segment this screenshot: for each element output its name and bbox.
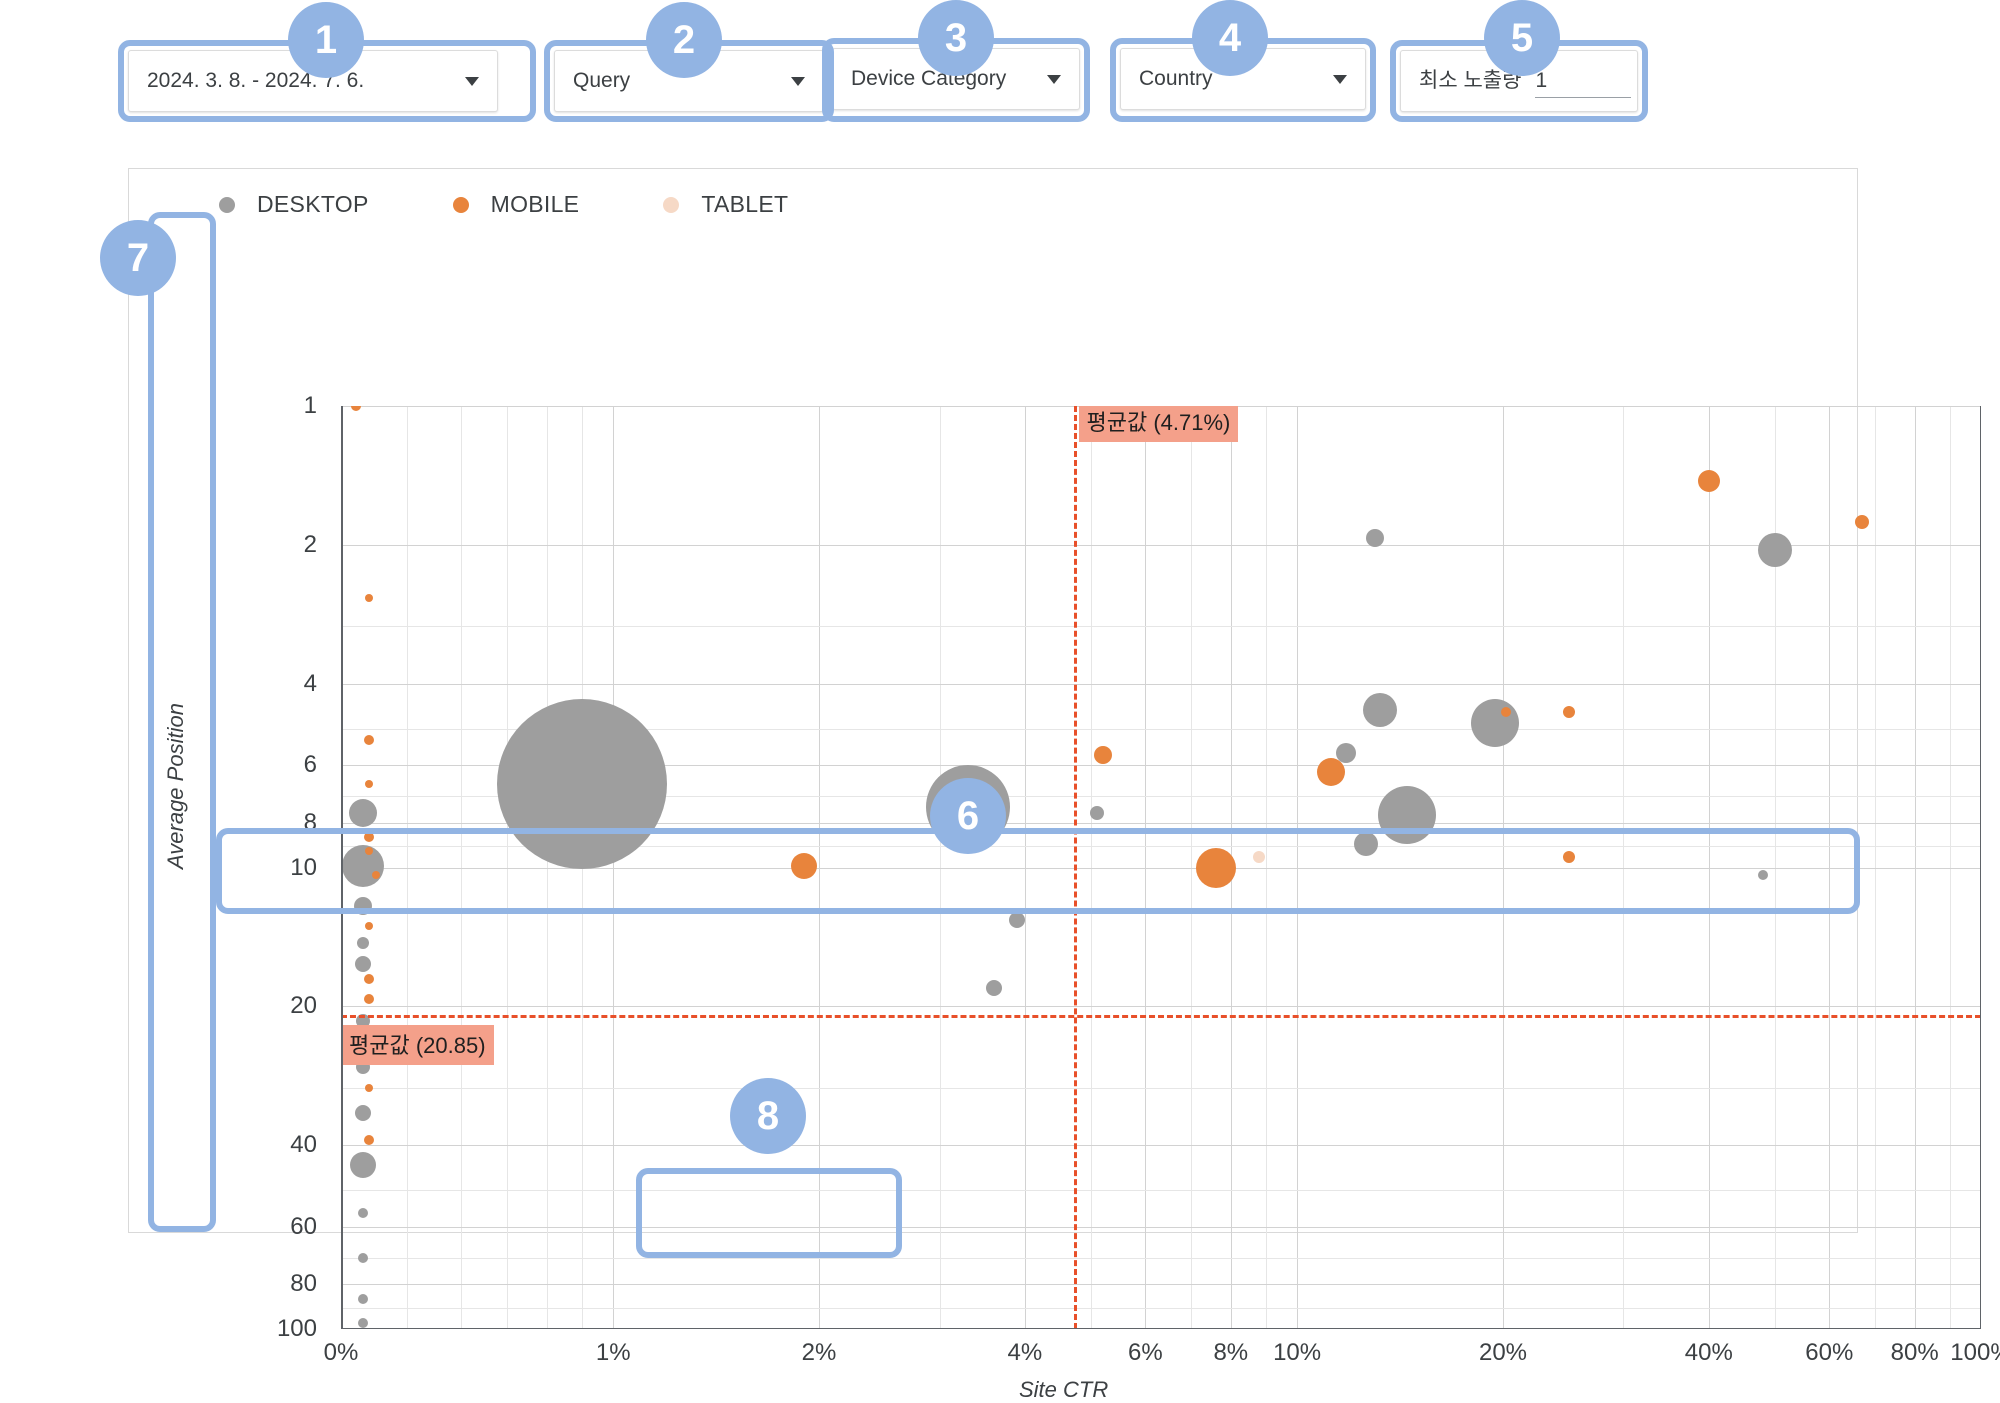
x-axis-tick-label: 20% <box>1478 1339 1528 1366</box>
plot-right-border <box>1979 406 1981 1329</box>
plot-area[interactable]: 평균값 (4.71%) 평균값 (20.85) <box>341 406 1981 1329</box>
x-axis-tick-label: 40% <box>1684 1339 1733 1366</box>
x-axis-tick-label: 80% <box>1890 1339 1939 1366</box>
y-axis-tick-label: 100 <box>276 1315 317 1342</box>
legend-label-desktop: DESKTOP <box>257 191 369 217</box>
x-axis-tick-label: 2% <box>801 1339 837 1366</box>
average-position-reference-line <box>341 1014 1981 1018</box>
y-axis-tick-label: 80 <box>290 1270 317 1298</box>
x-axis-tick-label: 6% <box>1128 1339 1163 1366</box>
x-axis-tick-label: 1% <box>595 1339 631 1366</box>
y-axis-tick-label: 1 <box>303 392 317 419</box>
legend-label-mobile: MOBILE <box>490 191 580 217</box>
annotation-badge-5: 5 <box>1484 0 1560 76</box>
annotation-badge-3: 3 <box>918 0 994 76</box>
y-axis-tick-label: 6 <box>303 751 317 779</box>
legend-item-desktop[interactable]: DESKTOP <box>219 191 369 218</box>
y-axis-tick-labels: 1 2 4 6 8 10 20 40 60 80 100 <box>129 392 325 1342</box>
legend-item-tablet[interactable]: TABLET <box>663 191 788 218</box>
y-axis-tick-label: 40 <box>290 1131 317 1159</box>
y-axis-tick-label: 8 <box>303 808 317 836</box>
x-axis-tick-label: 4% <box>1007 1339 1043 1366</box>
mobile-color-swatch-icon <box>452 196 469 213</box>
x-axis-tick-label: 10% <box>1273 1339 1322 1366</box>
x-axis-tick-label: 0% <box>323 1339 359 1366</box>
query-label: Query <box>573 69 631 92</box>
annotation-badge-8: 8 <box>730 1078 806 1154</box>
annotation-badge-7: 7 <box>100 220 176 296</box>
x-axis-title: Site CTR <box>1019 1377 1109 1402</box>
chart-legend: DESKTOP MOBILE TABLET <box>219 191 872 218</box>
x-axis-tick-label: 60% <box>1805 1339 1854 1366</box>
y-axis-tick-label: 60 <box>290 1212 317 1240</box>
x-axis-line <box>341 1327 1981 1329</box>
x-axis-tick-labels: 0% 1% 2% 4% 6% 8% 10% 20% 40% 60% 80% 100% <box>324 1339 2000 1375</box>
average-ctr-reference-line <box>1073 406 1077 1329</box>
annotation-badge-2: 2 <box>646 2 722 78</box>
min-impressions-input[interactable] <box>1535 69 1632 98</box>
legend-label-tablet: TABLET <box>701 191 789 217</box>
chevron-down-icon[interactable] <box>791 76 805 86</box>
legend-item-mobile[interactable]: MOBILE <box>452 191 580 218</box>
tablet-color-swatch-icon <box>663 196 680 213</box>
chevron-down-icon[interactable] <box>465 76 479 86</box>
average-position-reference-label: 평균값 (20.85) <box>341 1024 494 1065</box>
annotation-badge-4: 4 <box>1192 0 1268 76</box>
annotation-badge-6: 6 <box>930 778 1006 854</box>
x-axis-tick-label: 8% <box>1213 1339 1249 1366</box>
annotation-badge-1: 1 <box>288 2 364 78</box>
scatter-chart-card: DESKTOP MOBILE TABLET Average Position 1… <box>128 168 2000 1402</box>
y-axis-tick-label: 10 <box>290 853 317 881</box>
x-axis-tick-label: 100% <box>1950 1339 2000 1366</box>
y-axis-tick-label: 4 <box>303 669 317 697</box>
y-axis-tick-label: 2 <box>303 530 317 558</box>
chevron-down-icon[interactable] <box>1047 74 1061 84</box>
reference-lines-layer: 평균값 (4.71%) 평균값 (20.85) <box>341 406 1981 1329</box>
y-axis-tick-label: 20 <box>290 992 317 1020</box>
chevron-down-icon[interactable] <box>1333 74 1347 84</box>
device-category-label: Device Category <box>851 67 1007 90</box>
average-ctr-reference-label: 평균값 (4.71%) <box>1078 406 1239 442</box>
y-axis-line <box>341 406 343 1329</box>
desktop-color-swatch-icon <box>219 196 235 213</box>
country-label: Country <box>1139 67 1213 90</box>
